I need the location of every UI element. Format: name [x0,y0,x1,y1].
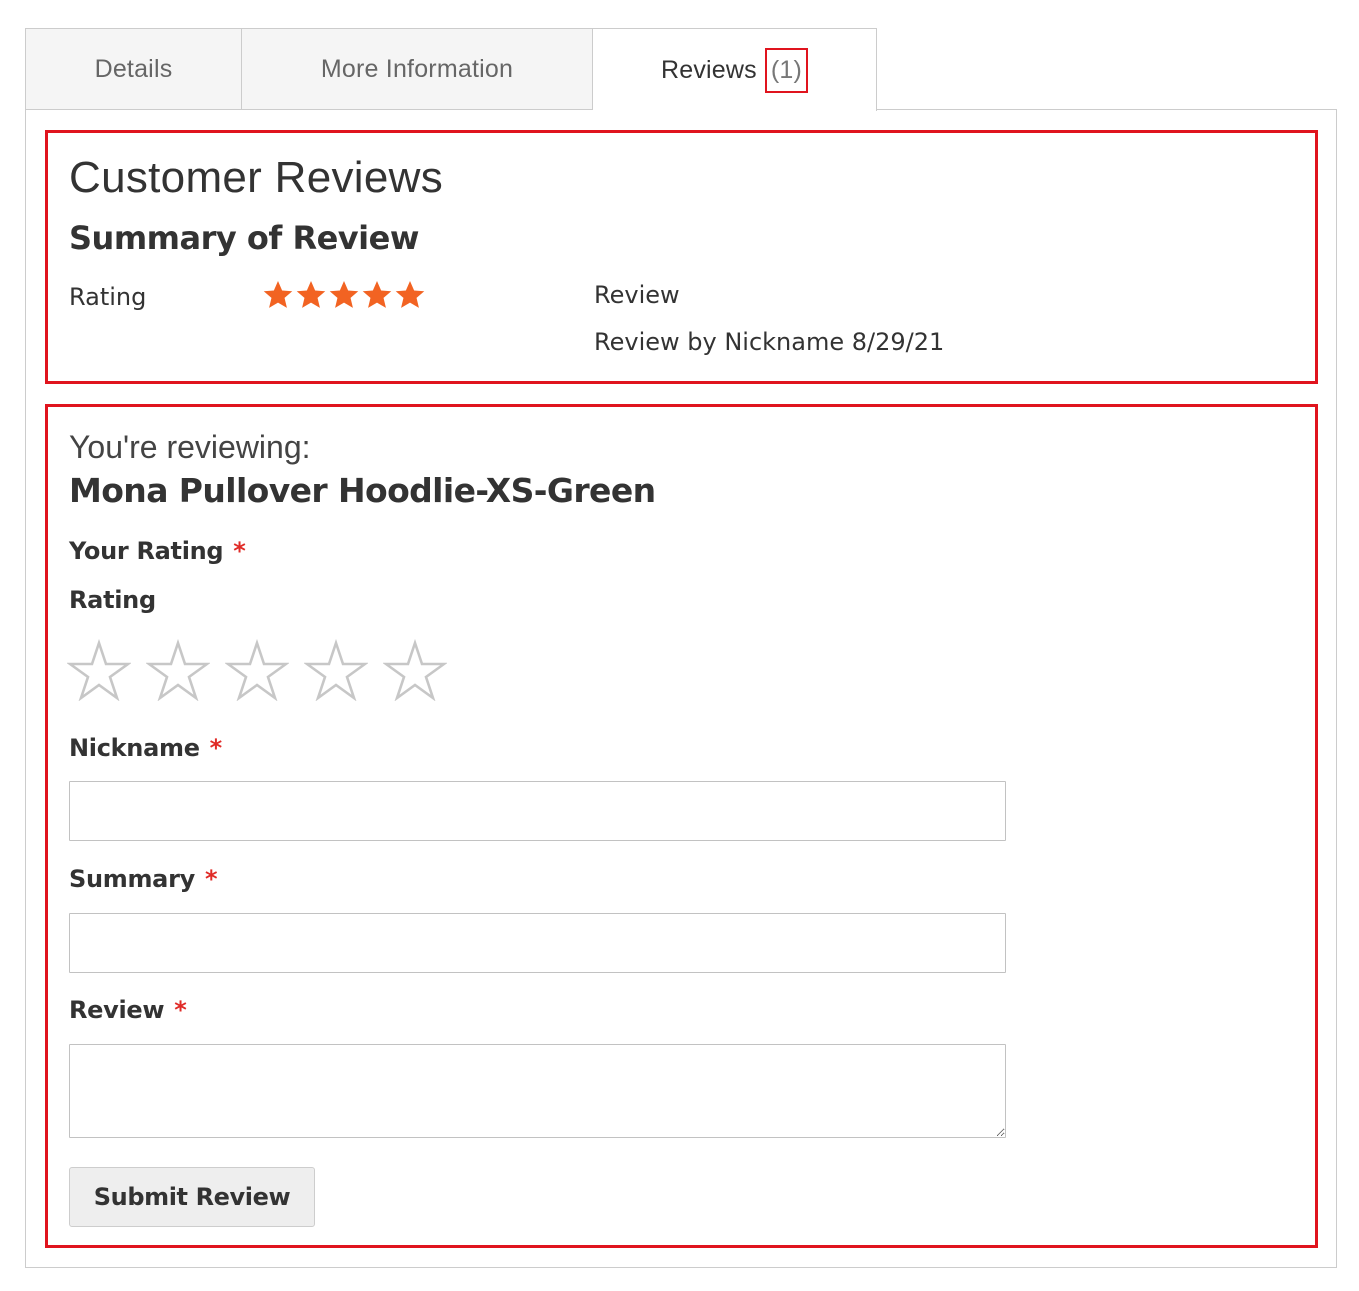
reviews-panel: Customer Reviews Summary of Review Ratin… [25,109,1337,1268]
review-summary-title: Summary of Review [69,219,419,257]
nickname-label: Nickname * [69,734,222,762]
nickname-label-text: Nickname [69,734,200,762]
customer-reviews-title: Customer Reviews [69,153,444,202]
tab-reviews-label: Reviews [660,55,757,84]
review-form: You're reviewing: Mona Pullover Hoodlie-… [45,404,1318,1248]
tab-reviews[interactable]: Reviews (1) [593,28,877,111]
tab-more-information-label: More Information [320,55,514,83]
product-name: Mona Pullover Hoodlie-XS-Green [69,471,656,510]
required-marker: * [204,865,218,893]
rating-star-input [67,639,447,701]
required-marker: * [209,734,223,762]
star-filled-icon [329,281,359,308]
tab-details[interactable]: Details [25,28,242,110]
your-rating-label-text: Your Rating [69,537,224,565]
star-empty-icon[interactable] [383,639,447,701]
tab-details-label: Details [94,55,173,83]
rating-label: Rating [69,283,147,311]
star-empty-icon[interactable] [146,639,210,701]
star-empty-icon[interactable] [304,639,368,701]
customer-reviews-section: Customer Reviews Summary of Review Ratin… [45,130,1318,384]
star-filled-icon [296,281,326,308]
star-filled-icon [362,281,392,308]
review-author-date: Review by Nickname 8/29/21 [594,328,945,356]
your-rating-label: Your Rating * [69,537,246,565]
summary-input[interactable] [69,913,1006,973]
required-marker: * [174,996,187,1024]
nickname-input[interactable] [69,781,1006,841]
review-textarea[interactable] [69,1044,1006,1138]
review-label-text: Review [69,996,165,1024]
star-filled-icon [395,281,425,308]
reviewing-label: You're reviewing: [69,429,311,465]
review-title: Review [594,281,680,309]
tab-more-information[interactable]: More Information [242,28,593,110]
product-tabs: Details More Information Reviews (1) [25,28,877,111]
star-empty-icon[interactable] [67,639,131,701]
review-label: Review * [69,996,187,1024]
submit-review-button[interactable]: Submit Review [69,1167,315,1227]
rating-sub-label: Rating [69,586,156,614]
summary-label: Summary * [69,865,218,893]
rating-stars-display [262,279,426,311]
summary-label-text: Summary [69,865,195,893]
reviews-count-badge: (1) [764,47,809,93]
required-marker: * [233,537,246,565]
star-empty-icon[interactable] [225,639,289,701]
star-filled-icon [263,281,293,308]
